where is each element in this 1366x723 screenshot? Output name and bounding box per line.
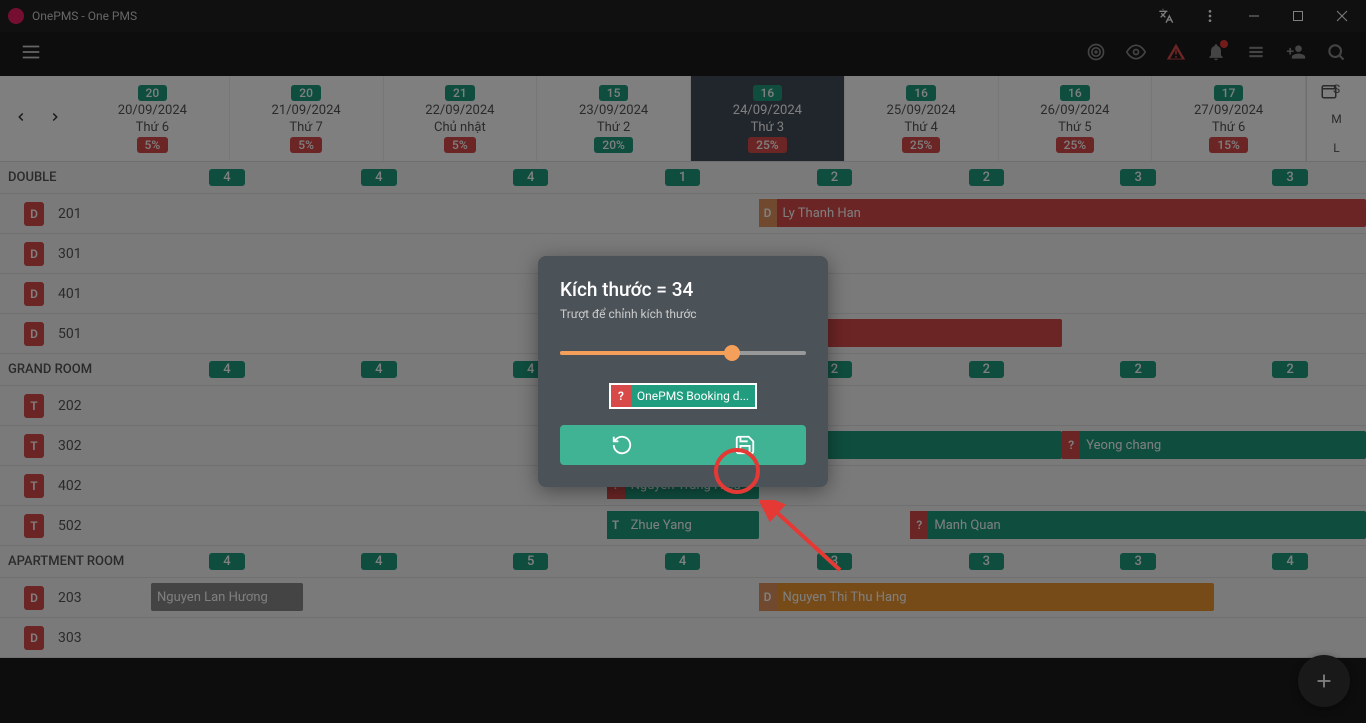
preview-badge-icon: ? bbox=[611, 385, 631, 407]
preview-badge-text: OnePMS Booking d... bbox=[631, 389, 755, 403]
slider-thumb[interactable] bbox=[724, 345, 740, 361]
reset-button[interactable] bbox=[560, 425, 683, 465]
preview: ? OnePMS Booking d... bbox=[560, 383, 806, 409]
size-dialog: Kích thước = 34 Trượt để chỉnh kích thướ… bbox=[538, 256, 828, 487]
save-button[interactable] bbox=[683, 425, 806, 465]
slider-fill bbox=[560, 351, 732, 355]
dialog-subtitle: Trượt để chỉnh kích thước bbox=[560, 307, 806, 321]
dialog-title: Kích thước = 34 bbox=[560, 278, 806, 301]
size-slider[interactable] bbox=[560, 343, 806, 363]
